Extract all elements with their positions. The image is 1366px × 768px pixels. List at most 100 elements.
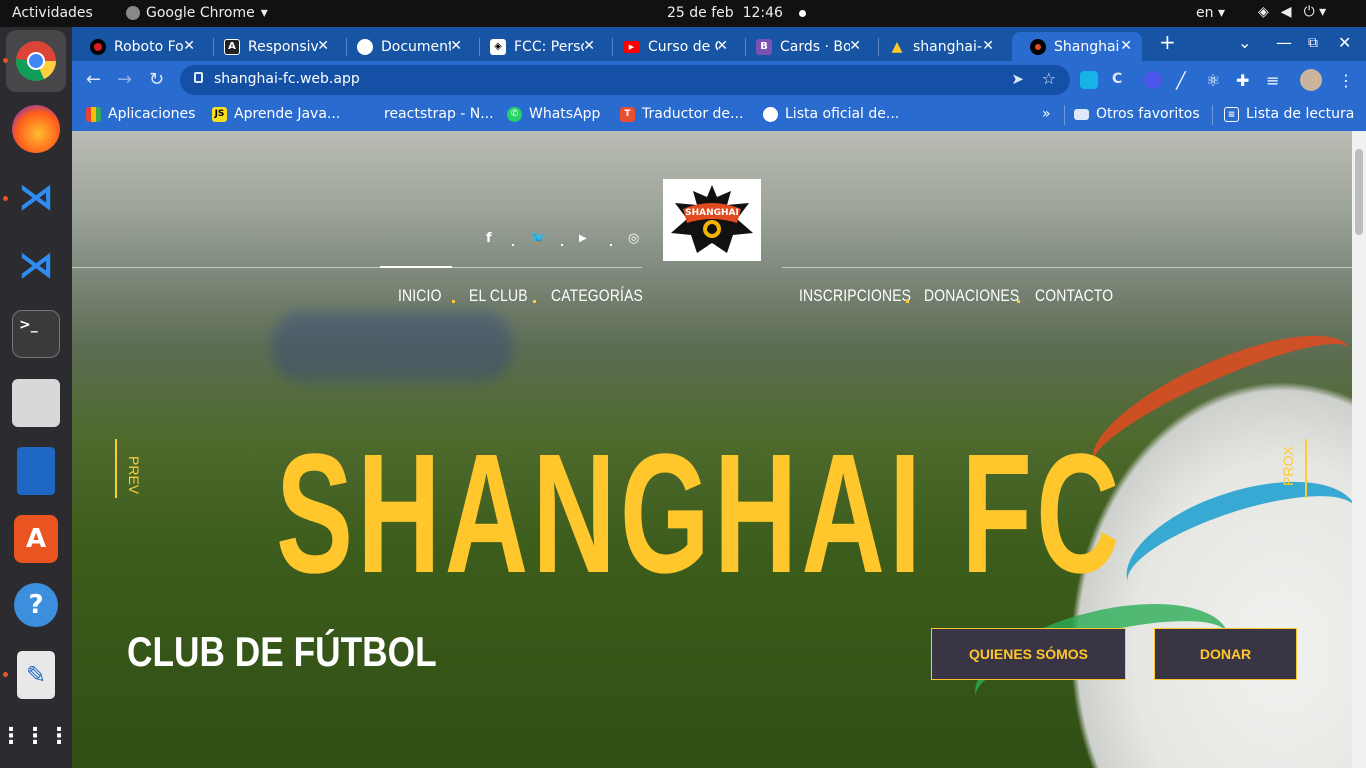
- bookmarks-overflow-button[interactable]: »: [1042, 106, 1051, 122]
- tab-roboto[interactable]: Roboto Fo ✕: [72, 32, 205, 61]
- tab-title: Document: [381, 38, 451, 55]
- js-icon: JS: [212, 106, 227, 122]
- forward-button[interactable]: →: [117, 69, 132, 90]
- next-button[interactable]: PROX: [1280, 446, 1296, 486]
- tab-search-icon[interactable]: ⌄: [1238, 33, 1251, 52]
- extension-icon[interactable]: [1144, 71, 1162, 89]
- date-text: 25 de feb: [667, 5, 734, 21]
- freecodecamp-icon: ◈: [490, 38, 506, 55]
- vscode-icon[interactable]: ⋊: [12, 173, 60, 221]
- bookmark-apps[interactable]: Aplicaciones: [86, 106, 195, 122]
- nav-el-club[interactable]: EL CLUB: [469, 286, 528, 306]
- back-button[interactable]: ←: [86, 69, 101, 90]
- language-text: en: [1196, 5, 1214, 21]
- extension-icon[interactable]: [1080, 71, 1098, 89]
- terminal-icon[interactable]: >_: [12, 310, 60, 358]
- reading-list-icon: ≡: [1224, 106, 1239, 122]
- instagram-icon[interactable]: ◎: [628, 231, 639, 246]
- bookmark-label: Aplicaciones: [108, 106, 196, 122]
- scrollbar-thumb[interactable]: [1355, 149, 1363, 235]
- facebook-icon[interactable]: f: [486, 231, 492, 246]
- club-logo[interactable]: SHANGHAI FC: [663, 179, 761, 261]
- colorpicker-extension-icon[interactable]: ╱: [1176, 71, 1194, 90]
- document-viewer-icon[interactable]: [17, 447, 55, 495]
- prev-bar: [115, 439, 117, 498]
- close-icon[interactable]: ✕: [583, 38, 595, 54]
- extensions-puzzle-icon[interactable]: ✚: [1236, 71, 1254, 90]
- tab-firebase[interactable]: ▲ shanghai- ✕: [871, 32, 1004, 61]
- nav-donaciones[interactable]: DONACIONES: [924, 286, 1019, 306]
- system-status[interactable]: ◈ ◀ ⏻ ▾: [1258, 4, 1326, 20]
- close-icon[interactable]: ✕: [716, 38, 728, 54]
- youtube-icon: ▶: [623, 40, 640, 53]
- tab-title: Responsiv: [248, 38, 318, 55]
- language-selector[interactable]: en ▾: [1196, 5, 1225, 21]
- bookmark-whatsapp[interactable]: ✆ WhatsApp: [507, 106, 600, 122]
- bookmark-javascript[interactable]: JS Aprende Java...: [212, 106, 340, 122]
- bookmark-star-icon[interactable]: ☆: [1042, 69, 1056, 88]
- close-window-button[interactable]: ✕: [1338, 33, 1351, 52]
- close-icon[interactable]: ✕: [982, 38, 994, 54]
- more-menu-icon[interactable]: ⋮: [1338, 71, 1356, 90]
- angular-icon: A: [224, 38, 240, 55]
- svg-text:FC: FC: [708, 244, 716, 251]
- twitter-icon[interactable]: 🐦: [530, 231, 546, 246]
- nav-inscripciones[interactable]: INSCRIPCIONES: [799, 286, 911, 306]
- separator-dot: [561, 244, 563, 246]
- show-apps-icon[interactable]: ⋮⋮⋮: [0, 713, 70, 761]
- prev-button[interactable]: PREV: [126, 456, 142, 494]
- files-icon[interactable]: [12, 379, 60, 427]
- bookmark-reactstrap[interactable]: reactstrap - N...: [362, 106, 494, 122]
- app-menu[interactable]: Google Chrome ▾: [126, 5, 268, 21]
- nav-contacto[interactable]: CONTACTO: [1035, 286, 1113, 306]
- nav-inicio[interactable]: INICIO: [398, 286, 442, 306]
- maximize-button[interactable]: ⧉: [1308, 35, 1318, 51]
- next-bar: [1305, 439, 1307, 498]
- avatar[interactable]: [1300, 69, 1322, 91]
- close-icon[interactable]: ✕: [450, 38, 462, 54]
- activities-button[interactable]: Actividades: [12, 5, 93, 21]
- quienes-somos-button[interactable]: QUIENES SÓMOS: [931, 628, 1126, 680]
- youtube-icon[interactable]: ▶: [579, 233, 587, 244]
- send-tab-icon[interactable]: ➤: [1011, 70, 1024, 88]
- new-tab-button[interactable]: +: [1159, 30, 1176, 54]
- bookmark-label: Otros favoritos: [1096, 106, 1200, 122]
- tab-title: Curso de C: [648, 38, 718, 55]
- nav-categorias[interactable]: CATEGORÍAS: [551, 286, 643, 306]
- reload-button[interactable]: ↻: [149, 69, 164, 90]
- tab-bootstrap[interactable]: B Cards · Bo ✕: [738, 32, 871, 61]
- reading-list-button[interactable]: ≡ Lista de lectura: [1224, 106, 1354, 122]
- tab-strip: Roboto Fo ✕ A Responsiv ✕ Document ✕ ◈ F…: [72, 27, 1366, 61]
- app-name: Google Chrome: [146, 5, 255, 21]
- close-icon[interactable]: ✕: [849, 38, 861, 54]
- minimize-button[interactable]: —: [1276, 33, 1292, 52]
- close-icon[interactable]: ✕: [1120, 38, 1132, 54]
- help-icon[interactable]: ?: [14, 583, 58, 627]
- tab-title: FCC: Perso: [514, 38, 584, 55]
- text-editor-icon[interactable]: ✎: [17, 651, 55, 699]
- bookmark-label: Aprende Java...: [234, 106, 341, 122]
- firefox-icon[interactable]: [12, 105, 60, 153]
- close-icon[interactable]: ✕: [317, 38, 329, 54]
- tab-responsive[interactable]: A Responsiv ✕: [206, 32, 339, 61]
- tab-fcc[interactable]: ◈ FCC: Perso ✕: [472, 32, 605, 61]
- bookmark-translator[interactable]: T Traductor de...: [620, 106, 743, 122]
- react-devtools-icon[interactable]: ⚛: [1206, 71, 1224, 90]
- donar-button[interactable]: DONAR: [1154, 628, 1297, 680]
- app-center-icon[interactable]: A: [14, 515, 58, 563]
- scrollbar[interactable]: [1352, 131, 1366, 768]
- chrome-launcher[interactable]: [6, 30, 66, 92]
- bookmark-lista-oficial[interactable]: Lista oficial de...: [763, 106, 899, 122]
- tab-shanghai-active[interactable]: Shanghai ✕: [1012, 32, 1142, 61]
- media-control-icon[interactable]: ≡: [1266, 71, 1284, 90]
- tab-document[interactable]: Document ✕: [339, 32, 472, 61]
- tab-youtube[interactable]: ▶ Curso de C ✕: [605, 32, 738, 61]
- close-icon[interactable]: ✕: [183, 38, 195, 54]
- tab-title: Roboto Fo: [114, 38, 184, 55]
- clock[interactable]: 25 de feb 12:46: [667, 5, 807, 21]
- extension-icon[interactable]: C: [1112, 71, 1130, 89]
- other-favorites-folder[interactable]: Otros favoritos: [1074, 106, 1200, 122]
- vscode-icon[interactable]: ⋊: [12, 241, 60, 289]
- system-top-bar: Actividades Google Chrome ▾ 25 de feb 12…: [0, 0, 1366, 27]
- address-bar[interactable]: shanghai-fc.web.app ➤ ☆: [180, 65, 1070, 95]
